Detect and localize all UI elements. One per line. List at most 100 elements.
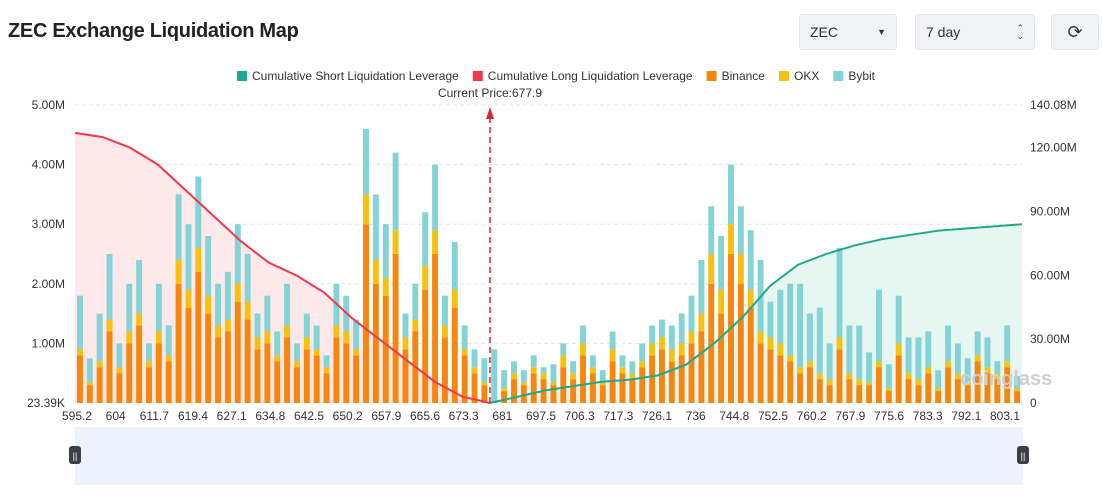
bar-okx <box>402 337 409 350</box>
bar-bybit <box>392 152 399 231</box>
bar-binance <box>363 224 369 403</box>
bar-bybit <box>639 343 646 362</box>
bar-bybit <box>234 224 241 284</box>
bar-okx <box>215 325 221 338</box>
x-tick-label: 642.5 <box>294 409 324 423</box>
bar-okx <box>728 224 734 254</box>
bar-bybit <box>945 325 951 362</box>
y-left-tick-label: 2.00M <box>32 277 65 291</box>
bar-bybit <box>313 325 320 350</box>
x-tick-label: 604 <box>106 409 126 423</box>
bar-bybit <box>205 236 212 296</box>
bar-bybit <box>224 271 231 320</box>
bar-bybit <box>708 206 715 254</box>
bar-okx <box>432 230 439 254</box>
bar-bybit <box>382 224 389 278</box>
bar-binance <box>885 391 892 403</box>
bar-okx <box>718 289 725 314</box>
x-tick-label: 673.3 <box>449 409 479 423</box>
bar-binance <box>165 361 172 403</box>
range-handle-grip: || <box>1021 451 1026 461</box>
bar-okx <box>372 259 379 284</box>
bar-bybit <box>698 259 705 314</box>
bar-binance <box>905 379 912 403</box>
bar-okx <box>945 361 951 368</box>
bar-bybit <box>461 325 468 350</box>
bar-bybit <box>363 128 369 195</box>
short-area <box>490 224 1022 403</box>
bar-binance <box>609 361 616 403</box>
bar-binance <box>747 307 754 403</box>
bar-okx <box>708 254 715 284</box>
x-tick-label: 706.3 <box>565 409 595 423</box>
bar-binance <box>106 331 113 403</box>
bar-okx <box>806 361 813 368</box>
bar-binance <box>945 367 951 403</box>
bar-okx <box>333 325 340 338</box>
bar-okx <box>185 289 192 308</box>
bar-okx <box>451 289 458 308</box>
bar-binance <box>876 367 882 403</box>
bar-binance <box>175 283 182 403</box>
bar-okx <box>116 367 123 374</box>
bar-okx <box>787 355 794 362</box>
bar-binance <box>146 367 152 403</box>
x-tick-label: 717.3 <box>603 409 633 423</box>
bar-okx <box>570 373 577 380</box>
bar-bybit <box>520 370 527 383</box>
x-tick-label: 775.6 <box>874 409 904 423</box>
bar-okx <box>274 355 281 362</box>
bar-bybit <box>718 236 725 290</box>
x-tick-label: 792.1 <box>951 409 981 423</box>
bar-okx <box>511 373 517 380</box>
bar-okx <box>441 325 448 338</box>
bar-okx <box>767 337 774 350</box>
bar-bybit <box>629 361 636 374</box>
bar-okx <box>205 295 212 314</box>
bar-okx <box>254 337 261 350</box>
bar-bybit <box>866 352 873 383</box>
bar-bybit <box>806 313 813 362</box>
bar-binance <box>826 385 833 403</box>
x-tick-label: 595.2 <box>62 409 92 423</box>
bar-bybit <box>402 313 409 338</box>
bar-okx <box>560 355 567 368</box>
bar-bybit <box>619 355 626 368</box>
bar-okx <box>915 379 922 386</box>
bar-okx <box>195 248 202 272</box>
bar-bybit <box>570 361 577 374</box>
bar-bybit <box>895 295 902 344</box>
legend-swatch <box>706 71 717 81</box>
y-right-tick-label: 30.00M <box>1030 332 1070 346</box>
bar-bybit <box>688 295 695 332</box>
bar-bybit <box>550 364 557 383</box>
bar-bybit <box>136 259 143 314</box>
range-handle-grip: || <box>73 451 78 461</box>
bar-binance <box>96 367 103 403</box>
bar-bybit <box>155 283 162 332</box>
bar-binance <box>86 385 93 403</box>
legend-swatch <box>472 71 483 81</box>
bar-okx <box>836 337 843 350</box>
bar-binance <box>767 349 774 403</box>
bar-okx <box>737 254 744 284</box>
x-tick-label: 650.2 <box>333 409 363 423</box>
bar-binance <box>136 325 143 403</box>
bar-binance <box>925 373 932 403</box>
bar-binance <box>353 355 360 403</box>
bar-binance <box>303 349 310 403</box>
bar-bybit <box>737 206 744 254</box>
bar-binance <box>76 355 83 403</box>
bar-binance <box>698 331 705 403</box>
bar-okx <box>165 355 172 362</box>
bar-bybit <box>836 248 843 338</box>
bar-bybit <box>915 337 922 380</box>
bar-bybit <box>96 313 103 362</box>
x-tick-label: 665.6 <box>410 409 440 423</box>
bar-binance <box>293 367 300 403</box>
x-tick-label: 627.1 <box>217 409 247 423</box>
bar-bybit <box>451 242 458 290</box>
bar-bybit <box>106 254 113 320</box>
bar-bybit <box>432 164 439 231</box>
bar-bybit <box>668 325 675 350</box>
